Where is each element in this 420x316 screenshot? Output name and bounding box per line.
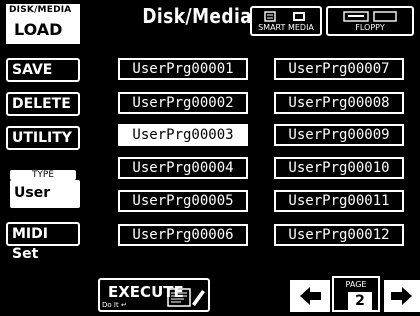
page-title: Disk/Media xyxy=(142,4,253,28)
page-next-button[interactable] xyxy=(384,280,420,312)
floppy-button[interactable]: FLOPPY xyxy=(326,6,414,36)
file-item[interactable]: UserPrg00004 xyxy=(118,157,248,179)
disk-media-tab-label: DISK/MEDIA xyxy=(6,4,80,16)
do-it-label: Do It ↵ xyxy=(102,301,127,309)
file-item-selected[interactable]: UserPrg00003 xyxy=(118,124,248,146)
utility-button[interactable]: UTILITY xyxy=(6,126,80,150)
floppy-icon xyxy=(343,11,397,22)
smart-media-icon xyxy=(264,11,305,22)
page-prev-button[interactable] xyxy=(290,280,330,312)
file-item[interactable]: UserPrg00009 xyxy=(274,124,404,146)
smart-media-label: SMART MEDIA xyxy=(258,23,314,32)
type-label: TYPE xyxy=(10,170,76,180)
delete-button[interactable]: DELETE xyxy=(6,92,80,116)
arrow-right-icon xyxy=(391,287,412,305)
file-item[interactable]: UserPrg00011 xyxy=(274,190,404,212)
page-number: 2 xyxy=(348,292,372,310)
floppy-label: FLOPPY xyxy=(355,23,385,32)
file-item[interactable]: UserPrg00008 xyxy=(274,92,404,114)
file-item[interactable]: UserPrg00002 xyxy=(118,92,248,114)
file-item[interactable]: UserPrg00007 xyxy=(274,58,404,80)
file-item[interactable]: UserPrg00001 xyxy=(118,58,248,80)
midi-set-button[interactable]: MIDI Set xyxy=(6,222,80,262)
enter-icon: ↵ xyxy=(120,301,127,309)
file-item[interactable]: UserPrg00005 xyxy=(118,190,248,212)
load-button[interactable]: LOAD xyxy=(6,16,80,44)
file-item[interactable]: UserPrg00006 xyxy=(118,224,248,246)
file-item[interactable]: UserPrg00012 xyxy=(274,224,404,246)
smart-media-button[interactable]: SMART MEDIA xyxy=(250,6,322,36)
save-button[interactable]: SAVE xyxy=(6,58,80,82)
do-it-text: Do It xyxy=(102,301,119,309)
execute-icon xyxy=(167,288,205,307)
arrow-left-icon xyxy=(300,287,321,305)
type-user-prg-button[interactable]: User Prg xyxy=(10,180,80,227)
file-item[interactable]: UserPrg00010 xyxy=(274,157,404,179)
page-label: PAGE xyxy=(345,280,367,289)
